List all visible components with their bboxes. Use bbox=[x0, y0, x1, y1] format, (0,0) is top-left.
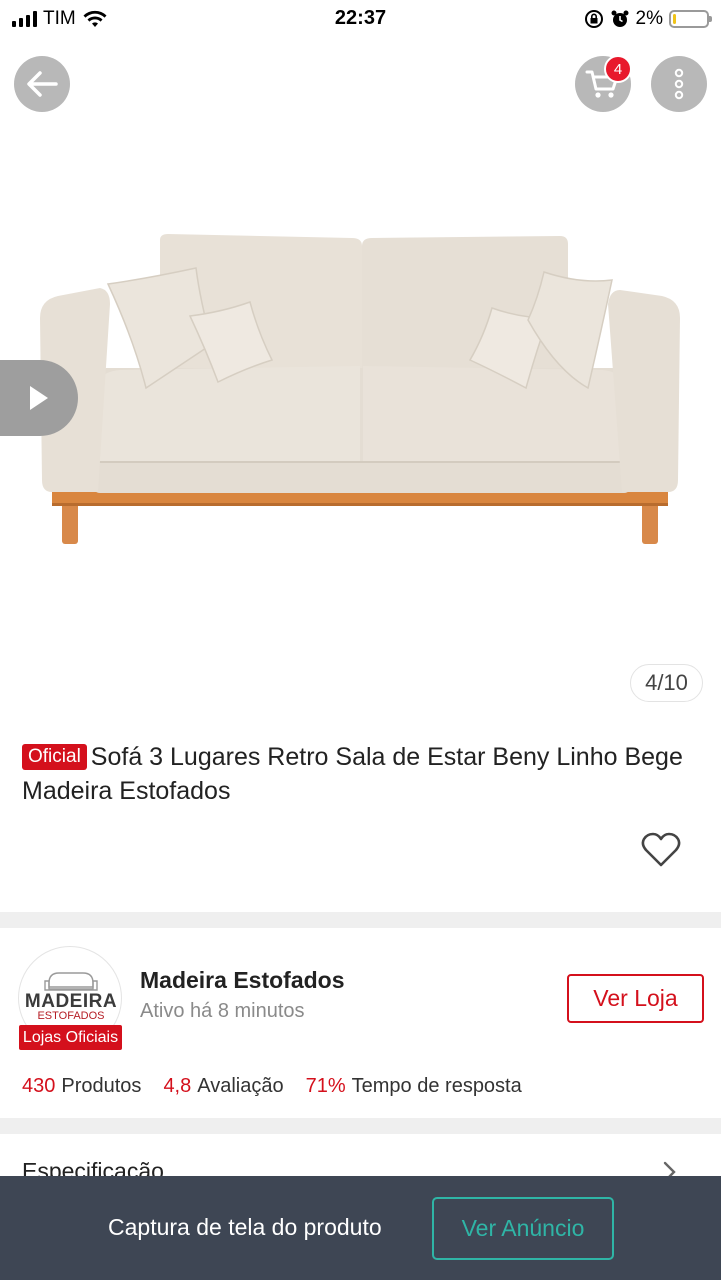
store-active-status: Ativo há 8 minutos bbox=[140, 1000, 305, 1022]
status-bar: TIM 22:37 2% bbox=[0, 0, 721, 40]
product-image[interactable] bbox=[0, 130, 721, 690]
back-button[interactable] bbox=[14, 56, 70, 112]
favorite-button[interactable] bbox=[640, 830, 682, 870]
battery-percent: 2% bbox=[635, 8, 663, 29]
stat-value: 71% bbox=[305, 1075, 346, 1097]
more-options-button[interactable] bbox=[651, 56, 707, 112]
stat-value: 4,8 bbox=[163, 1075, 192, 1097]
store-name[interactable]: Madeira Estofados bbox=[140, 967, 345, 994]
battery-fill bbox=[673, 14, 676, 24]
store-logo-subtext: ESTOFADOS bbox=[37, 1010, 105, 1022]
official-badge: Oficial bbox=[22, 744, 87, 770]
more-vertical-icon bbox=[674, 68, 684, 100]
official-stores-tag: Lojas Oficiais bbox=[19, 1025, 122, 1050]
image-counter: 4/10 bbox=[630, 664, 703, 702]
status-bar-right: 2% bbox=[584, 8, 712, 30]
screen-lock-icon bbox=[584, 10, 603, 28]
stat-products: 430 Produtos bbox=[22, 1075, 141, 1098]
stat-label: Avaliação bbox=[197, 1075, 284, 1097]
heart-icon bbox=[641, 832, 681, 867]
alarm-icon bbox=[611, 10, 629, 27]
section-divider bbox=[0, 1118, 721, 1134]
section-divider bbox=[0, 912, 721, 928]
play-icon bbox=[30, 386, 48, 410]
store-stats: 430 Produtos 4,8 Avaliação 71% Tempo de res… bbox=[22, 1075, 522, 1098]
view-ad-button[interactable]: Ver Anúncio bbox=[432, 1197, 614, 1260]
screenshot-message: Captura de tela do produto bbox=[108, 1214, 382, 1240]
product-title-block: Oficial Sofá 3 Lugares Retro Sala de Esta… bbox=[22, 740, 702, 808]
battery-icon bbox=[669, 10, 712, 28]
product-title: Sofá 3 Lugares Retro Sala de Estar Beny … bbox=[22, 743, 683, 805]
sofa-image bbox=[40, 234, 680, 544]
stat-value: 430 bbox=[22, 1075, 56, 1097]
stat-rating: 4,8 Avaliação bbox=[163, 1075, 283, 1098]
arrow-left-icon bbox=[27, 71, 58, 97]
visit-store-button[interactable]: Ver Loja bbox=[567, 974, 704, 1023]
play-video-button[interactable] bbox=[0, 360, 78, 436]
cart-count-badge: 4 bbox=[604, 55, 632, 83]
stat-label: Tempo de resposta bbox=[351, 1075, 522, 1097]
stat-label: Produtos bbox=[61, 1075, 142, 1097]
stat-response-time: 71% Tempo de resposta bbox=[306, 1075, 522, 1098]
